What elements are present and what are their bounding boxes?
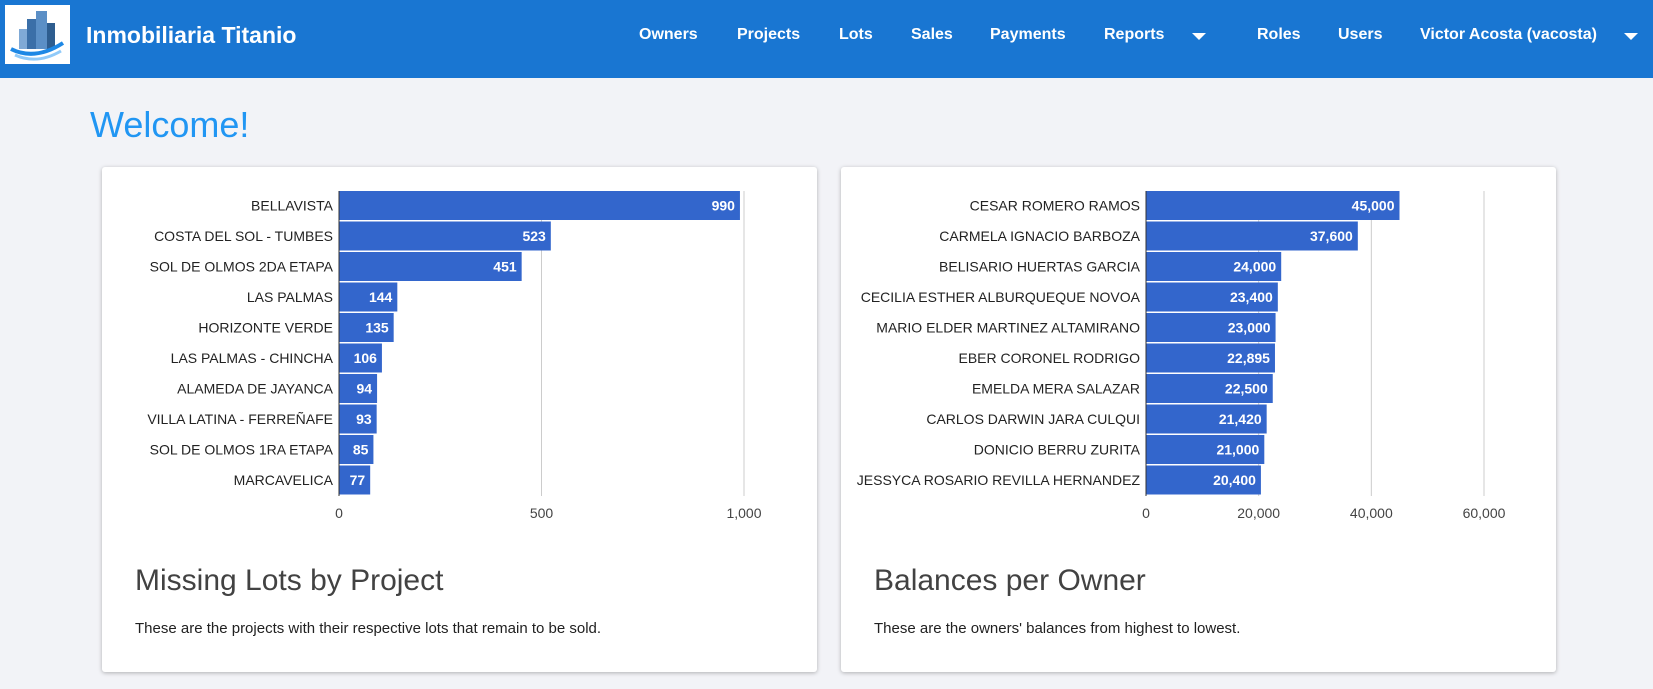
x-tick-label: 1,000	[726, 505, 761, 521]
bar-value-label: 85	[353, 442, 369, 458]
bar-value-label: 22,500	[1225, 381, 1268, 397]
category-label: LAS PALMAS - CHINCHA	[171, 350, 334, 366]
user-dropdown-caret-icon[interactable]	[1624, 33, 1638, 40]
building-logo-icon	[10, 11, 65, 61]
nav-owners[interactable]: Owners	[639, 26, 698, 44]
balances-card: 0 20,000 40,000 60,000 45,000 CESAR ROMERO RA…	[841, 167, 1556, 672]
category-label: BELLAVISTA	[251, 198, 334, 214]
nav-sales[interactable]: Sales	[911, 26, 953, 44]
category-label: EMELDA MERA SALAZAR	[972, 381, 1140, 397]
bar-value-label: 451	[493, 259, 517, 275]
bar-value-label: 20,400	[1213, 472, 1256, 488]
bar-value-label: 24,000	[1233, 259, 1276, 275]
brand-logo[interactable]	[5, 5, 70, 64]
bar[interactable]	[339, 191, 740, 220]
bar-value-label: 93	[356, 411, 372, 427]
bar-value-label: 144	[369, 289, 393, 305]
category-label: EBER CORONEL RODRIGO	[958, 350, 1140, 366]
category-label: HORIZONTE VERDE	[198, 320, 333, 336]
x-tick-label: 20,000	[1237, 505, 1280, 521]
bar-value-label: 135	[365, 320, 389, 336]
nav-projects[interactable]: Projects	[737, 26, 800, 44]
reports-dropdown-caret-icon[interactable]	[1192, 33, 1206, 40]
bar[interactable]	[339, 221, 551, 251]
bar-value-label: 21,420	[1219, 411, 1262, 427]
category-label: BELISARIO HUERTAS GARCIA	[939, 259, 1141, 275]
category-label: CECILIA ESTHER ALBURQUEQUE NOVOA	[861, 289, 1141, 305]
x-tick-label: 500	[530, 505, 554, 521]
category-label: CARLOS DARWIN JARA CULQUI	[926, 411, 1140, 427]
category-label: SOL DE OLMOS 2DA ETAPA	[150, 259, 334, 275]
welcome-heading: Welcome!	[90, 104, 250, 145]
x-tick-label: 40,000	[1350, 505, 1393, 521]
bar-value-label: 990	[712, 198, 736, 214]
nav-lots[interactable]: Lots	[839, 26, 873, 44]
card-title: Missing Lots by Project	[135, 564, 444, 597]
nav-users[interactable]: Users	[1338, 26, 1382, 44]
bar-value-label: 21,000	[1216, 442, 1259, 458]
category-label: LAS PALMAS	[247, 289, 333, 305]
card-description: These are the projects with their respec…	[135, 620, 602, 637]
category-label: CESAR ROMERO RAMOS	[970, 198, 1140, 214]
bar-value-label: 23,400	[1230, 289, 1273, 305]
missing-lots-card: 0 500 1,000 990 BELLAVISTA 523 COSTA DEL SOL -…	[102, 167, 817, 672]
category-label: DONICIO BERRU ZURITA	[974, 442, 1141, 458]
nav-user-menu[interactable]: Victor Acosta (vacosta)	[1420, 26, 1597, 44]
top-navbar: Inmobiliaria Titanio Owners Projects Lot…	[0, 0, 1653, 78]
x-tick-label: 0	[1142, 505, 1150, 521]
bar-value-label: 45,000	[1352, 198, 1395, 214]
bar-value-label: 94	[356, 381, 372, 397]
bar-value-label: 37,600	[1310, 228, 1353, 244]
category-label: CARMELA IGNACIO BARBOZA	[939, 228, 1140, 244]
category-label: COSTA DEL SOL - TUMBES	[154, 228, 333, 244]
category-label: JESSYCA ROSARIO REVILLA HERNANDEZ	[857, 472, 1141, 488]
nav-roles[interactable]: Roles	[1257, 26, 1301, 44]
x-tick-label: 0	[335, 505, 343, 521]
brand-title[interactable]: Inmobiliaria Titanio	[86, 22, 296, 49]
bar-value-label: 106	[354, 350, 378, 366]
category-label: MARCAVELICA	[234, 472, 334, 488]
category-label: SOL DE OLMOS 1RA ETAPA	[150, 442, 334, 458]
nav-reports[interactable]: Reports	[1104, 26, 1164, 44]
category-label: VILLA LATINA - FERREÑAFE	[147, 411, 333, 427]
card-description: These are the owners' balances from high…	[874, 620, 1241, 637]
category-label: ALAMEDA DE JAYANCA	[177, 381, 334, 397]
x-tick-label: 60,000	[1463, 505, 1506, 521]
bar-value-label: 22,895	[1227, 350, 1270, 366]
missing-lots-chart: 0 500 1,000 990 BELLAVISTA 523 COSTA DEL SOL -…	[147, 191, 762, 521]
bar-value-label: 523	[522, 228, 546, 244]
card-title: Balances per Owner	[874, 564, 1146, 597]
nav-payments[interactable]: Payments	[990, 26, 1066, 44]
balances-chart: 0 20,000 40,000 60,000 45,000 CESAR ROMERO RA…	[857, 191, 1506, 521]
category-label: MARIO ELDER MARTINEZ ALTAMIRANO	[876, 320, 1140, 336]
bar-value-label: 77	[350, 472, 366, 488]
bar-value-label: 23,000	[1228, 320, 1271, 336]
